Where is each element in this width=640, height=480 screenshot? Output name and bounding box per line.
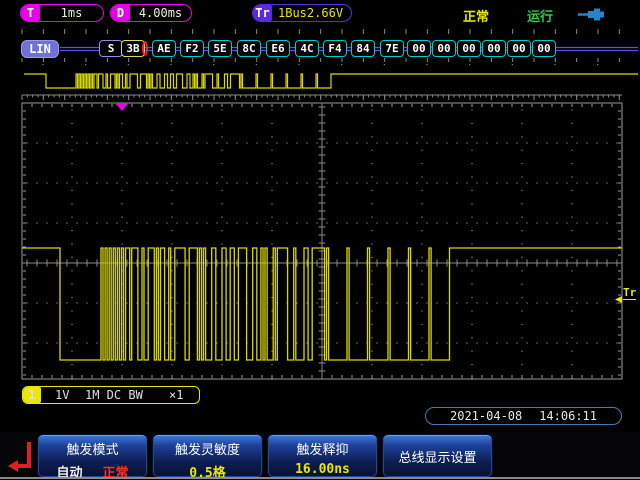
channel-scale: 1V — [55, 388, 69, 402]
datetime-box: 2021-04-08 14:06:11 — [425, 407, 622, 425]
trigger-level-arrow-icon[interactable] — [615, 296, 622, 303]
time-text: 14:06:11 — [539, 409, 597, 423]
trigger-type: Bus — [285, 6, 307, 20]
decoded-byte-00: 00 — [407, 40, 431, 57]
decoded-byte-00: 00 — [507, 40, 531, 57]
decoded-byte-7E: 7E — [380, 40, 404, 57]
softkey-title: 触发灵敏度 — [153, 439, 262, 458]
channel-coupling: 1M DC BW — [85, 388, 143, 402]
trigger-point-marker — [142, 41, 148, 56]
softkey-menu: 触发模式自动正常触发灵敏度0.5格触发释抑 16.00ns 总线显示设置 — [0, 432, 640, 480]
oscilloscope-screen: T 1ms D 4.00ms Tr 1 Bus 2.66V 正常 运行 LIN … — [0, 0, 640, 480]
timebase-pill[interactable]: T 1ms — [20, 4, 104, 22]
decoded-byte-00: 00 — [457, 40, 481, 57]
decoded-byte-AE: AE — [152, 40, 176, 57]
date-text: 2021-04-08 — [450, 409, 522, 423]
return-arrow-icon[interactable] — [5, 436, 35, 476]
bus-protocol-badge[interactable]: LIN — [21, 40, 59, 58]
menu-divider — [0, 477, 640, 479]
timebase-label: T — [21, 5, 40, 21]
usb-plug-icon — [578, 7, 610, 22]
overview-waveform — [24, 74, 638, 88]
timebase-value: 1ms — [40, 6, 103, 20]
run-state-status: 运行 — [527, 6, 553, 25]
channel-probe-ratio: ×1 — [169, 388, 183, 402]
softkey-3[interactable]: 触发释抑 16.00ns — [267, 434, 378, 478]
trigger-level: 2.66V — [307, 6, 343, 20]
decoded-byte-00: 00 — [532, 40, 556, 57]
delay-value: 4.00ms — [130, 6, 191, 20]
channel-number: 1 — [23, 387, 41, 403]
trigger-label: Tr — [253, 5, 272, 21]
softkey-value: 16.00ns — [295, 462, 350, 477]
decoded-byte-84: 84 — [351, 40, 375, 57]
decoded-byte-F4: F4 — [323, 40, 347, 57]
channel1-badge[interactable]: 1 1V 1M DC BW ×1 — [22, 386, 200, 404]
decoded-byte-4C: 4C — [295, 40, 319, 57]
graticule — [22, 29, 622, 379]
softkey-2[interactable]: 触发灵敏度0.5格 — [152, 434, 263, 478]
trigger-level-marker[interactable]: Tr — [623, 287, 636, 300]
delay-pill[interactable]: D 4.00ms — [110, 4, 192, 22]
softkey-1[interactable]: 触发模式自动正常 — [37, 434, 148, 478]
trigger-source: 1 — [278, 6, 285, 20]
softkey-title: 触发释抑 — [268, 439, 377, 458]
decoded-byte-5E: 5E — [208, 40, 232, 57]
decoded-byte-8C: 8C — [237, 40, 261, 57]
sweep-mode-status: 正常 — [463, 6, 489, 25]
decoded-byte-00: 00 — [482, 40, 506, 57]
decoded-byte-E6: E6 — [266, 40, 290, 57]
softkey-title: 触发模式 — [38, 439, 147, 458]
delay-label: D — [111, 5, 130, 21]
softkey-4[interactable]: 总线显示设置 — [382, 434, 493, 478]
decoded-byte-F2: F2 — [180, 40, 204, 57]
softkey-title: 总线显示设置 — [398, 447, 476, 466]
decoded-byte-S: S — [99, 40, 123, 57]
trigger-pill[interactable]: Tr 1 Bus 2.66V — [252, 4, 352, 22]
decoded-byte-00: 00 — [432, 40, 456, 57]
trigger-position-icon[interactable] — [115, 103, 129, 111]
